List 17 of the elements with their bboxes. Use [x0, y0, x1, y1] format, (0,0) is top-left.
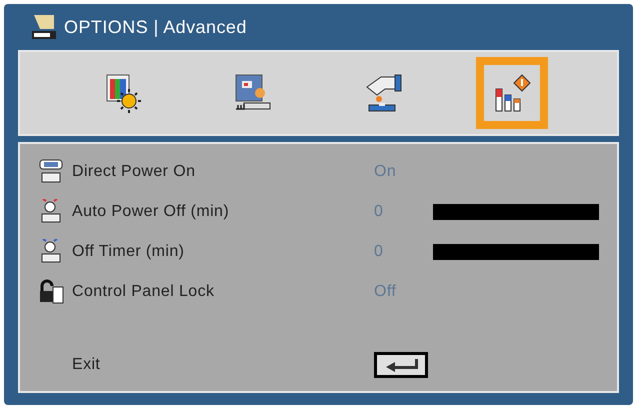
setting-label: Auto Power Off (min) — [72, 202, 230, 222]
projector-icon — [30, 13, 58, 41]
lock-icon — [38, 279, 64, 305]
setting-label: Control Panel Lock — [72, 282, 216, 302]
slider-track[interactable] — [433, 244, 599, 260]
setting-value: 0 — [374, 242, 384, 262]
enter-button[interactable] — [374, 352, 428, 378]
exit-label: Exit — [72, 355, 102, 375]
setting-value: On — [374, 162, 398, 182]
window-title: OPTIONS | Advanced — [64, 16, 247, 39]
slider-track[interactable] — [433, 204, 599, 220]
setting-label: Direct Power On — [72, 162, 196, 182]
menu-tab[interactable] — [476, 57, 548, 129]
setting-value: 0 — [374, 202, 384, 222]
setting-value: Off — [374, 282, 398, 302]
power-on-icon — [38, 159, 64, 185]
setting-label: Off Timer (min) — [72, 242, 186, 262]
